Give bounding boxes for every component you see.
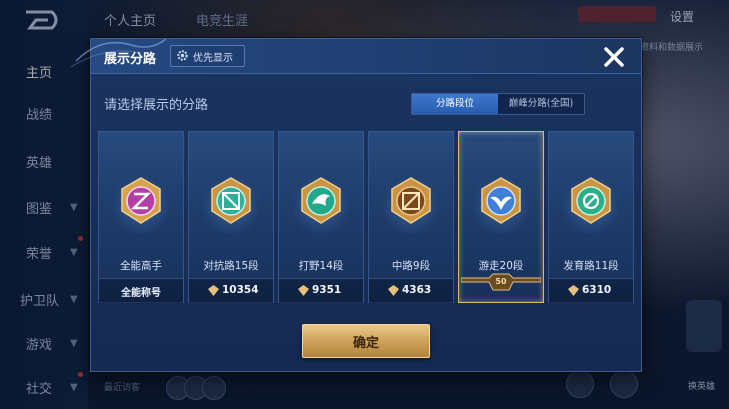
rank-points-icon bbox=[388, 285, 399, 296]
lane-card-farm[interactable]: 发育路11段 6310 bbox=[548, 131, 634, 303]
dialog-subtitle: 请选择展示的分路 bbox=[104, 98, 209, 113]
lane-card-jungle[interactable]: 打野14段 9351 bbox=[278, 131, 364, 303]
all-round-badge-icon bbox=[121, 177, 161, 224]
lane-card-points: 10354 bbox=[222, 284, 259, 296]
lane-card-mid[interactable]: 中路9段 4363 bbox=[368, 131, 454, 303]
mid-lane-badge-icon bbox=[391, 177, 431, 224]
lane-card-name: 全能高手 bbox=[120, 260, 162, 272]
lane-card-points: 6310 bbox=[582, 284, 612, 296]
lane-card-name: 中路9段 bbox=[391, 260, 431, 272]
dialog-title: 展示分路 bbox=[104, 52, 157, 67]
close-icon[interactable] bbox=[601, 44, 627, 70]
lane-card-name: 发育路11段 bbox=[563, 260, 619, 272]
lane-display-dialog: 展示分路 优先显示 请选择展示的分路 分路段位 巅峰分路(全国) 全能高手 全能… bbox=[71, 38, 642, 372]
lane-mode-toggle: 分路段位 巅峰分路(全国) bbox=[411, 93, 585, 115]
dialog-header: 展示分路 优先显示 bbox=[71, 38, 641, 74]
lane-card-name: 打野14段 bbox=[298, 260, 344, 272]
lane-card-footer: 10354 bbox=[189, 278, 273, 303]
roam-badge-icon bbox=[481, 177, 521, 224]
lane-card-points: 4363 bbox=[402, 284, 432, 296]
lane-card-name: 游走20段 bbox=[478, 260, 524, 272]
confirm-label: 确定 bbox=[352, 336, 379, 351]
lane-card-title: 全能称号 bbox=[121, 288, 161, 299]
lane-card-footer: 6310 bbox=[549, 278, 633, 303]
rank-points-icon bbox=[208, 285, 219, 296]
rank-points-icon bbox=[568, 285, 579, 296]
rank-star-count: 50 bbox=[495, 277, 507, 286]
priority-display-button[interactable]: 优先显示 bbox=[170, 45, 245, 67]
lane-card-roam[interactable]: 游走20段 50 bbox=[458, 131, 544, 303]
lane-card-name: 对抗路15段 bbox=[203, 260, 259, 272]
tab-lane-rank[interactable]: 分路段位 bbox=[412, 94, 498, 114]
lane-card-footer: 全能称号 bbox=[99, 278, 183, 303]
tab-peak-lane[interactable]: 巅峰分路(全国) bbox=[498, 94, 584, 114]
lane-card-footer: 4363 bbox=[369, 278, 453, 303]
jungle-badge-icon bbox=[301, 177, 341, 224]
priority-display-label: 优先显示 bbox=[193, 53, 233, 64]
farm-lane-badge-icon bbox=[571, 177, 611, 224]
rank-points-icon bbox=[298, 285, 309, 296]
lane-card-points: 9351 bbox=[312, 284, 342, 296]
gear-icon bbox=[177, 50, 188, 61]
clash-lane-badge-icon bbox=[211, 177, 251, 224]
lane-card-footer: 9351 bbox=[279, 278, 363, 303]
lane-card-clash[interactable]: 对抗路15段 10354 bbox=[188, 131, 274, 303]
lane-card-all-round[interactable]: 全能高手 全能称号 bbox=[98, 131, 184, 303]
confirm-button[interactable]: 确定 bbox=[302, 324, 430, 358]
